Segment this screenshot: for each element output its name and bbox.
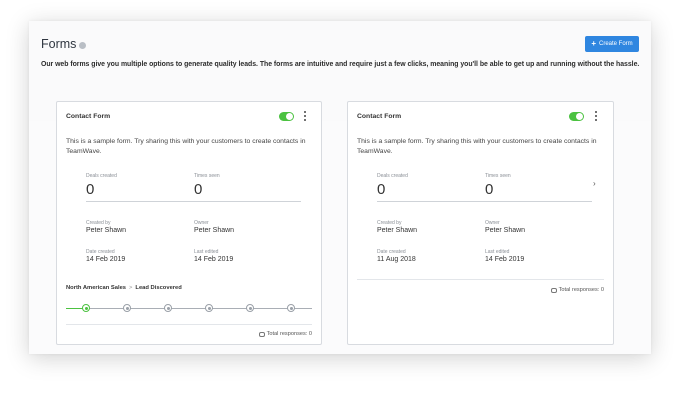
last-edited-label: Last edited [485, 249, 510, 255]
created-by-value: Peter Shawn [86, 227, 127, 234]
created-by-label: Created by [377, 220, 402, 226]
created-by-label: Created by [86, 220, 111, 226]
deals-created-label: Deals created [86, 173, 117, 179]
plus-icon: + [591, 39, 596, 48]
times-seen-label: Times seen [194, 173, 220, 179]
card-divider [357, 279, 604, 280]
page-title-text: Forms [41, 37, 77, 51]
form-card[interactable]: Contact Form This is a sample form. Try … [347, 101, 614, 345]
owner-value: Peter Shawn [194, 227, 235, 234]
pipeline-breadcrumb: North American Sales > Lead Discovered [66, 285, 182, 291]
last-edited-label: Last edited [194, 249, 219, 255]
stage-node[interactable] [123, 304, 131, 312]
stage-name: Lead Discovered [135, 285, 182, 291]
times-seen-value: 0 [485, 181, 494, 198]
stage-node[interactable] [164, 304, 172, 312]
deals-created-label: Deals created [377, 173, 408, 179]
stats-underline [377, 201, 592, 202]
date-created-value: 14 Feb 2019 [86, 256, 126, 263]
stats-underline [86, 201, 301, 202]
total-responses-text: Total responses: 0 [558, 287, 604, 293]
form-description: This is a sample form. Try sharing this … [66, 138, 306, 155]
form-enabled-toggle[interactable] [279, 112, 294, 121]
date-created-label: Date created [377, 249, 406, 255]
form-card-title[interactable]: Contact Form [357, 113, 401, 120]
total-responses: Total responses: 0 [550, 287, 604, 293]
intro-text: Our web forms give you multiple options … [41, 61, 640, 68]
kebab-menu-icon[interactable] [303, 111, 307, 121]
date-created-label: Date created [86, 249, 115, 255]
form-card-title[interactable]: Contact Form [66, 113, 110, 120]
chat-bubble-icon [258, 331, 265, 337]
stage-node-active[interactable] [82, 304, 90, 312]
created-by-value: Peter Shawn [377, 227, 418, 234]
stage-node[interactable] [205, 304, 213, 312]
pipeline-name: North American Sales [66, 285, 127, 291]
times-seen-label: Times seen [485, 173, 511, 179]
deals-created-value: 0 [377, 181, 386, 198]
form-enabled-toggle[interactable] [569, 112, 584, 121]
times-seen-value: 0 [194, 181, 203, 198]
last-edited-value: 14 Feb 2019 [485, 256, 525, 263]
owner-label: Owner [485, 220, 500, 226]
card-divider [66, 324, 312, 325]
stage-track [66, 308, 312, 309]
deals-created-value: 0 [86, 181, 95, 198]
forms-panel: Forms + Create Form Our web forms give y… [29, 21, 651, 354]
create-form-button[interactable]: + Create Form [585, 36, 639, 52]
create-form-label: Create Form [598, 41, 633, 47]
owner-label: Owner [194, 220, 209, 226]
stage-node[interactable] [246, 304, 254, 312]
page-title: Forms [41, 37, 87, 51]
total-responses: Total responses: 0 [258, 331, 312, 337]
date-created-value: 11 Aug 2018 [377, 256, 416, 263]
chat-bubble-icon [550, 287, 557, 293]
form-description: This is a sample form. Try sharing this … [357, 138, 597, 155]
total-responses-text: Total responses: 0 [266, 331, 312, 337]
chevron-right-icon: > [129, 285, 133, 291]
kebab-menu-icon[interactable] [594, 111, 598, 121]
chevron-right-icon[interactable]: › [593, 179, 596, 188]
stage-node[interactable] [287, 304, 295, 312]
owner-value: Peter Shawn [485, 227, 526, 234]
last-edited-value: 14 Feb 2019 [194, 256, 234, 263]
info-icon[interactable] [79, 42, 87, 49]
form-card[interactable]: Contact Form This is a sample form. Try … [56, 101, 322, 345]
